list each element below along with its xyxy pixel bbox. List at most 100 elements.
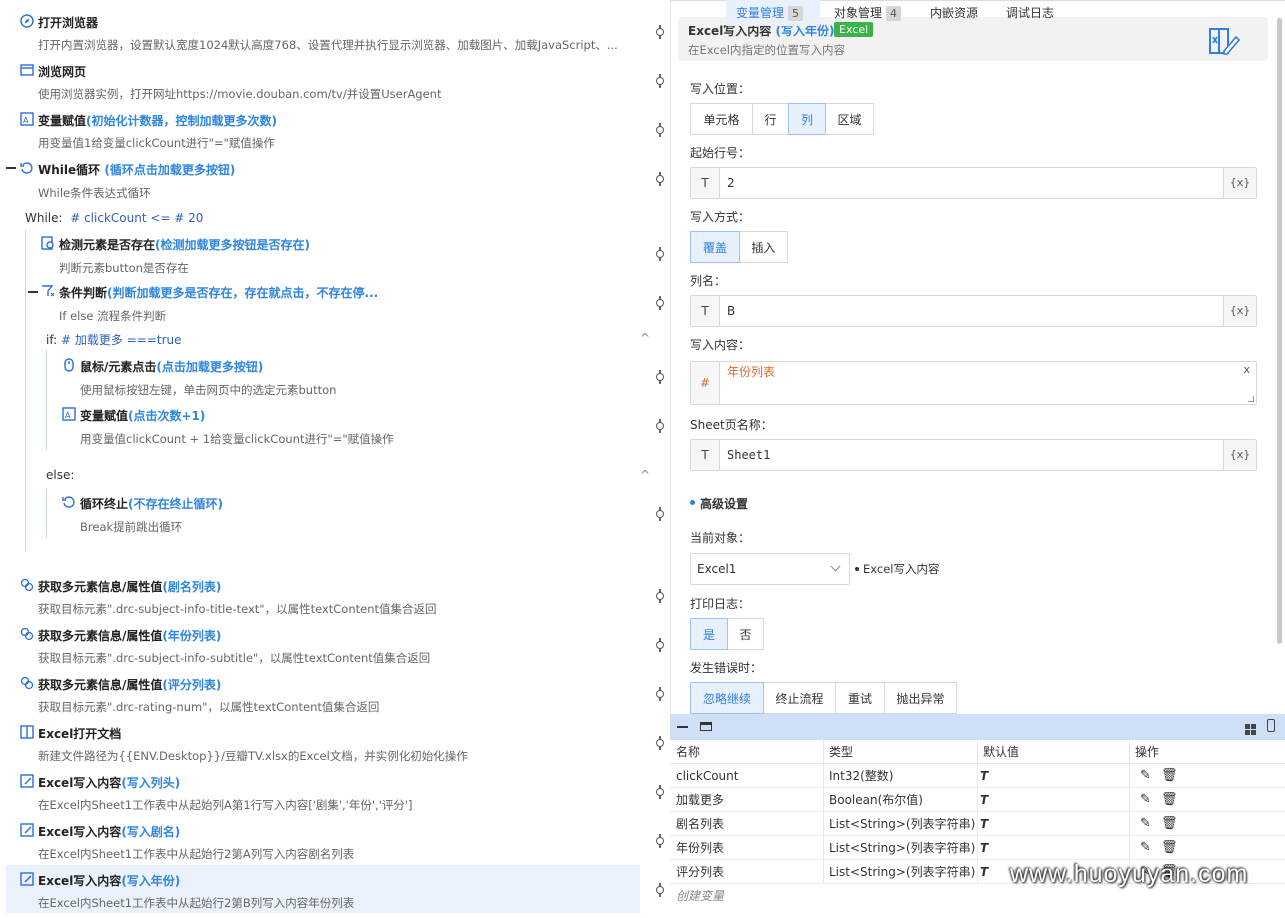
step-mouse-click[interactable]: 鼠标/元素点击(点击加载更多按钮) [80, 358, 263, 375]
tab-embedded-resources[interactable]: 内嵌资源 [920, 0, 990, 26]
option-overwrite[interactable]: 覆盖 [690, 231, 740, 263]
mobile-icon[interactable] [1267, 719, 1275, 732]
compass-icon [20, 14, 34, 28]
step-condition[interactable]: 条件判断(判断加载更多是否存在，存在就点击，不存在停... [59, 284, 378, 301]
create-variable-link[interactable]: 创建变量 [676, 884, 724, 908]
step-browse-page[interactable]: 浏览网页 [38, 63, 86, 80]
advanced-settings-heading[interactable]: 高级设置 [700, 495, 748, 512]
variable-picker-button[interactable]: {x} [1223, 440, 1256, 470]
svg-text:A: A [23, 116, 29, 125]
collapse-toggle-icon[interactable] [28, 291, 38, 293]
option-insert[interactable]: 插入 [739, 231, 788, 263]
breakpoint-pin-icon[interactable] [655, 123, 665, 137]
edit-icon[interactable]: ✎ [1140, 764, 1151, 788]
type-text-icon[interactable]: T [691, 168, 720, 198]
current-object-select[interactable]: Excel1 [690, 553, 850, 585]
step-desc: Break提前跳出循环 [80, 520, 183, 534]
start-row-input[interactable]: T 2 {x} [690, 167, 1257, 199]
option-range[interactable]: 区域 [825, 103, 874, 135]
breakpoint-pin-icon[interactable] [655, 419, 665, 433]
breakpoint-pin-icon[interactable] [655, 74, 665, 88]
resize-handle-icon[interactable] [1248, 396, 1254, 402]
properties-scrollbar[interactable] [1277, 18, 1282, 644]
variable-picker-button[interactable]: {x} [1223, 296, 1256, 326]
breakpoint-pin-icon[interactable] [655, 638, 665, 652]
var-default-type[interactable]: T [980, 812, 988, 836]
step-check-element[interactable]: 检测元素是否存在(检测加载更多按钮是否存在) [59, 236, 310, 253]
table-row[interactable]: 年份列表 List<String>(列表字符串) T ✎ 🗑 [670, 836, 1285, 860]
var-type: Int32(整数) [829, 769, 894, 783]
step-break[interactable]: 循环终止(不存在终止循环) [80, 495, 223, 512]
clear-icon[interactable]: x [1243, 363, 1250, 376]
option-yes[interactable]: 是 [690, 618, 728, 650]
breakpoint-pin-icon[interactable] [655, 736, 665, 750]
type-text-icon[interactable]: T [691, 296, 720, 326]
type-variable-icon[interactable]: # [691, 362, 720, 404]
var-default-type[interactable]: T [980, 860, 988, 884]
step-while-loop[interactable]: While循环 (循环点击加载更多按钮) [38, 161, 235, 178]
step-desc: 获取目标元素".drc-rating-num"，以属性textContent值集… [38, 700, 380, 714]
chevron-up-icon[interactable]: ^ [640, 468, 650, 482]
option-stop-flow[interactable]: 终止流程 [763, 682, 836, 714]
var-name: clickCount [676, 769, 739, 783]
variable-picker-button[interactable]: {x} [1223, 168, 1256, 198]
breakpoint-pin-icon[interactable] [655, 296, 665, 310]
step-get-titles[interactable]: 获取多元素信息/属性值(剧名列表) [38, 578, 221, 595]
option-throw[interactable]: 抛出异常 [884, 682, 957, 714]
option-row[interactable]: 行 [752, 103, 789, 135]
step-excel-write-header[interactable]: Excel写入内容(写入列头) [38, 774, 180, 791]
var-default-type[interactable]: T [980, 788, 988, 812]
table-row[interactable]: clickCount Int32(整数) T ✎ 🗑 [670, 764, 1285, 788]
option-ignore-continue[interactable]: 忽略继续 [690, 682, 764, 714]
breakpoint-pin-icon[interactable] [655, 785, 665, 799]
step-desc: 获取目标元素".drc-subject-info-title-text"，以属性… [38, 602, 437, 616]
breakpoint-pin-icon[interactable] [655, 172, 665, 186]
breakpoint-pin-icon[interactable] [655, 687, 665, 701]
step-open-browser[interactable]: 打开浏览器 [38, 14, 98, 31]
var-default-type[interactable]: T [980, 764, 988, 788]
tab-debug-log[interactable]: 调试日志 [996, 0, 1066, 26]
breakpoint-pin-icon[interactable] [655, 370, 665, 384]
breakpoint-pin-icon[interactable] [655, 883, 665, 897]
windows-icon[interactable] [1245, 720, 1256, 735]
table-row[interactable]: 剧名列表 List<String>(列表字符串) T ✎ 🗑 [670, 812, 1285, 836]
column-name-input[interactable]: T B {x} [690, 295, 1257, 327]
step-excel-open[interactable]: Excel打开文档 [38, 725, 121, 742]
breakpoint-pin-icon[interactable] [655, 589, 665, 603]
type-text-icon[interactable]: T [691, 440, 720, 470]
edit-icon[interactable]: ✎ [1140, 812, 1151, 836]
edit-icon[interactable]: ✎ [1140, 788, 1151, 812]
step-excel-write-years[interactable]: Excel写入内容(写入年份) [38, 872, 180, 889]
tab-variables[interactable]: 变量管理 5 [726, 0, 820, 26]
breakpoint-pin-icon[interactable] [655, 834, 665, 848]
sheet-name-input[interactable]: T Sheet1 {x} [690, 439, 1257, 471]
option-retry[interactable]: 重试 [835, 682, 885, 714]
step-get-years[interactable]: 获取多元素信息/属性值(年份列表) [38, 627, 221, 644]
step-var-assign-inc[interactable]: 变量赋值(点击次数+1) [80, 407, 205, 424]
delete-icon[interactable]: 🗑 [1161, 788, 1178, 812]
minimize-icon[interactable] [677, 726, 688, 728]
option-cell[interactable]: 单元格 [690, 103, 753, 135]
delete-icon[interactable]: 🗑 [1161, 764, 1178, 788]
if-condition[interactable]: if: # 加载更多 ===true [46, 331, 182, 348]
delete-icon[interactable]: 🗑 [1161, 812, 1178, 836]
breakpoint-pin-icon[interactable] [655, 247, 665, 261]
breakpoint-pin-icon[interactable] [655, 507, 665, 521]
option-no[interactable]: 否 [727, 618, 764, 650]
chevron-up-icon[interactable]: ^ [640, 331, 650, 345]
content-textarea[interactable]: # 年份列表 x [690, 361, 1257, 405]
maximize-icon[interactable] [700, 722, 712, 731]
var-type: List<String>(列表字符串) [829, 841, 976, 855]
collapse-toggle-icon[interactable] [6, 167, 16, 169]
step-excel-write-titles[interactable]: Excel写入内容(写入剧名) [38, 823, 180, 840]
option-column[interactable]: 列 [788, 103, 826, 135]
tab-objects[interactable]: 对象管理 4 [824, 0, 914, 26]
step-var-assign-init[interactable]: 变量赋值(初始化计数器，控制加载更多次数) [38, 112, 277, 129]
breakpoint-pin-icon[interactable] [655, 25, 665, 39]
delete-icon[interactable]: 🗑 [1161, 836, 1178, 860]
step-get-ratings[interactable]: 获取多元素信息/属性值(评分列表) [38, 676, 221, 693]
var-default-type[interactable]: T [980, 836, 988, 860]
edit-icon[interactable]: ✎ [1140, 836, 1151, 860]
table-row[interactable]: 加载更多 Boolean(布尔值) T ✎ 🗑 [670, 788, 1285, 812]
while-condition[interactable]: While: # clickCount <= # 20 [25, 211, 203, 225]
